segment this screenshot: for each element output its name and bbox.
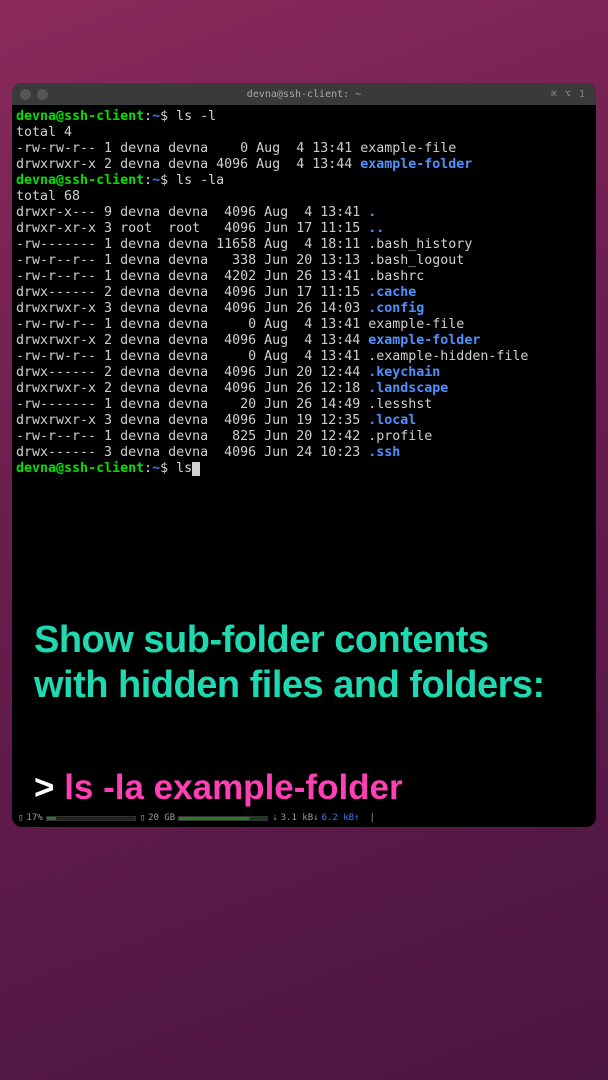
ls-row: -rw-r--r-- 1 devna devna 4202 Jun 26 13:… <box>16 269 592 285</box>
overlay-heading: Show sub-folder contents with hidden fil… <box>34 618 588 708</box>
titlebar-right-indicator: ⌘ ⌥ 1 <box>551 89 586 100</box>
disk-bar <box>178 816 268 821</box>
battery-icon: ▯ <box>18 813 23 823</box>
ls-row: drwxrwxr-x 3 devna devna 4096 Jun 26 14:… <box>16 301 592 317</box>
ls-row: -rw-r--r-- 1 devna devna 338 Jun 20 13:1… <box>16 253 592 269</box>
net-up: 6.2 kB↑ <box>322 813 360 823</box>
prompt-line: devna@ssh-client:~$ ls <box>16 461 592 477</box>
disk-value: 20 GB <box>148 813 175 823</box>
ls-row: drwxrwxr-x 2 devna devna 4096 Jun 26 12:… <box>16 381 592 397</box>
ls-row: drwx------ 2 devna devna 4096 Jun 17 11:… <box>16 285 592 301</box>
ls-row: drwxrwxr-x 2 devna devna 4096 Aug 4 13:4… <box>16 333 592 349</box>
battery-bar <box>46 816 136 821</box>
overlay-command: > ls -la example-folder <box>34 768 588 808</box>
battery-percent: 17% <box>26 813 42 823</box>
ls-row: -rw------- 1 devna devna 20 Jun 26 14:49… <box>16 397 592 413</box>
total-line: total 4 <box>16 125 592 141</box>
window-title: devna@ssh-client: ~ <box>12 89 596 100</box>
titlebar: devna@ssh-client: ~ ⌘ ⌥ 1 <box>12 83 596 105</box>
overlay-line2: with hidden files and folders: <box>34 664 545 706</box>
total-line: total 68 <box>16 189 592 205</box>
cursor-icon <box>192 462 200 476</box>
prompt-line: devna@ssh-client:~$ ls -la <box>16 173 592 189</box>
status-bar: ▯ 17% ▯ 20 GB ⇣ 3.1 kB↓ 6.2 kB↑ | <box>18 812 590 824</box>
net-down: 3.1 kB↓ <box>281 813 319 823</box>
ls-row: drwxr-xr-x 3 root root 4096 Jun 17 11:15… <box>16 221 592 237</box>
overlay-prompt: > <box>34 768 54 807</box>
ls-row: drwxrwxr-x 3 devna devna 4096 Jun 19 12:… <box>16 413 592 429</box>
ls-row: drwxr-x--- 9 devna devna 4096 Aug 4 13:4… <box>16 205 592 221</box>
statusbar-sep: | <box>370 813 375 823</box>
battery-segment: ▯ 17% <box>18 813 136 823</box>
ls-row: -rw------- 1 devna devna 11658 Aug 4 18:… <box>16 237 592 253</box>
tutorial-overlay: Show sub-folder contents with hidden fil… <box>34 618 588 808</box>
disk-icon: ▯ <box>140 813 145 823</box>
net-down-icon: ⇣ <box>272 813 277 823</box>
ls-row: -rw-rw-r-- 1 devna devna 0 Aug 4 13:41 e… <box>16 317 592 333</box>
overlay-line1: Show sub-folder contents <box>34 619 489 661</box>
ls-row: -rw-rw-r-- 1 devna devna 0 Aug 4 13:41 .… <box>16 349 592 365</box>
disk-segment: ▯ 20 GB <box>140 813 269 823</box>
net-segment: ⇣ 3.1 kB↓ 6.2 kB↑ <box>272 813 359 823</box>
overlay-command-text: ls -la example-folder <box>64 768 402 807</box>
prompt-line: devna@ssh-client:~$ ls -l <box>16 109 592 125</box>
ls-row: drwxrwxr-x 2 devna devna 4096 Aug 4 13:4… <box>16 157 592 173</box>
ls-row: drwx------ 2 devna devna 4096 Jun 20 12:… <box>16 365 592 381</box>
ls-row: drwx------ 3 devna devna 4096 Jun 24 10:… <box>16 445 592 461</box>
ls-row: -rw-rw-r-- 1 devna devna 0 Aug 4 13:41 e… <box>16 141 592 157</box>
ls-row: -rw-r--r-- 1 devna devna 825 Jun 20 12:4… <box>16 429 592 445</box>
